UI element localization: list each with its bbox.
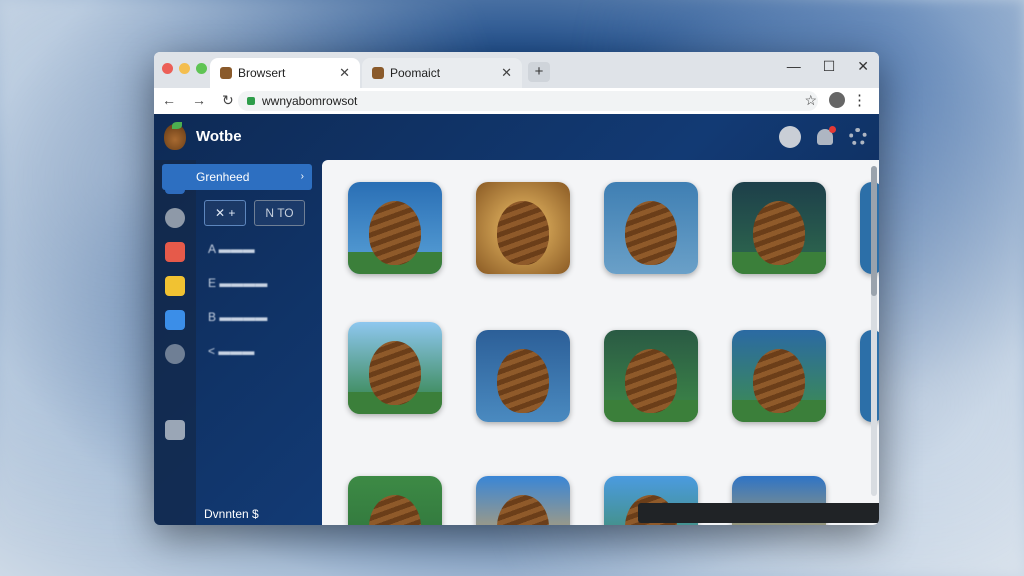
pinecone-tile[interactable]	[348, 182, 442, 274]
avatar-icon[interactable]	[779, 126, 801, 148]
window-dots	[162, 63, 207, 74]
calendar-icon[interactable]	[165, 276, 185, 296]
maximize-button[interactable]: ☐	[823, 58, 836, 75]
bookmark-star-icon[interactable]: ☆	[804, 92, 817, 109]
app-header: Wotbe	[154, 114, 879, 160]
pinecone-tile[interactable]	[476, 476, 570, 525]
sidebar-selected-label: Grenheed	[196, 170, 250, 184]
pinecone-tile[interactable]	[604, 182, 698, 274]
chevron-right-icon: ›	[300, 171, 304, 182]
tab-label: Poomaict	[390, 66, 441, 80]
browser-menu-button[interactable]: ⋮	[852, 91, 867, 109]
close-tab-icon[interactable]: ✕	[501, 65, 512, 81]
pinecone-tile[interactable]	[348, 322, 442, 414]
reload-button[interactable]: ↻	[222, 92, 234, 109]
sidebar-secondary-button[interactable]: Ν ΤΟ	[254, 200, 305, 226]
close-dot[interactable]	[162, 63, 173, 74]
url-text: wwnyabomrowsot	[262, 94, 358, 108]
network-icon[interactable]	[165, 344, 185, 364]
icon-rail	[154, 160, 196, 525]
content-scrollbar[interactable]	[871, 166, 877, 496]
header-icons	[779, 126, 867, 148]
shield-icon[interactable]	[165, 310, 185, 330]
sidebar-item[interactable]: B ▬▬▬▬	[208, 310, 267, 324]
pinecone-tile[interactable]	[476, 330, 570, 422]
forward-button[interactable]: →	[192, 92, 206, 109]
pinecone-favicon-icon	[220, 67, 232, 79]
settings-small-icon[interactable]	[165, 420, 185, 440]
pinecone-tile[interactable]	[732, 330, 826, 422]
browser-window: Browsert ✕ Poomaict ✕ + — ☐ ✕ ← → ↻ wwny…	[154, 52, 879, 525]
sidebar-item[interactable]: < ▬▬▬	[208, 344, 254, 358]
pinecone-tile[interactable]	[476, 182, 570, 274]
extension-icon[interactable]	[829, 92, 845, 108]
sidebar: Grenheed › ✕ + Ν ΤΟ A ▬▬▬ E ▬▬▬▬ B ▬▬▬▬ …	[162, 160, 322, 525]
minimize-button[interactable]: —	[787, 58, 801, 75]
lock-icon	[247, 97, 255, 105]
settings-gear-icon[interactable]	[849, 128, 867, 146]
new-tab-button[interactable]: +	[528, 62, 550, 82]
close-window-button[interactable]: ✕	[857, 58, 869, 75]
pinecone-tile[interactable]	[732, 182, 826, 274]
sidebar-selected-item[interactable]: Grenheed ›	[162, 164, 312, 190]
system-taskbar: ≋ ◂	[638, 503, 879, 523]
notification-bell-icon[interactable]	[817, 126, 836, 145]
scroll-thumb[interactable]	[871, 166, 877, 296]
minimize-dot[interactable]	[179, 63, 190, 74]
tab-browsert[interactable]: Browsert ✕	[210, 58, 360, 88]
sidebar-item[interactable]: A ▬▬▬	[208, 242, 255, 256]
sidebar-button-row: ✕ + Ν ΤΟ	[204, 200, 305, 226]
tab-poomaict[interactable]: Poomaict ✕	[362, 58, 522, 88]
puzzle-icon[interactable]	[165, 242, 185, 262]
url-field[interactable]: wwnyabomrowsot	[238, 91, 818, 111]
pinecone-tile[interactable]	[348, 476, 442, 525]
app-area: Wotbe Grenheed › ✕ + Ν ΤΟ A ▬▬▬ E ▬▬▬▬ B…	[154, 114, 879, 525]
sidebar-item[interactable]: E ▬▬▬▬	[208, 276, 267, 290]
maximize-dot[interactable]	[196, 63, 207, 74]
tab-bar: Browsert ✕ Poomaict ✕ + — ☐ ✕	[154, 52, 879, 88]
status-label: Dvnnten $	[204, 507, 259, 521]
app-title: Wotbe	[196, 128, 242, 145]
pinecone-favicon-icon	[372, 67, 384, 79]
nav-buttons: ← → ↻	[162, 92, 234, 109]
content-panel: ≋ ◂	[322, 160, 879, 525]
close-tab-icon[interactable]: ✕	[339, 65, 350, 81]
pinecone-tile[interactable]	[604, 330, 698, 422]
gear-icon[interactable]	[165, 208, 185, 228]
window-controls: — ☐ ✕	[787, 58, 869, 75]
back-button[interactable]: ←	[162, 92, 176, 109]
leaf-icon	[172, 122, 182, 129]
address-bar: ← → ↻ wwnyabomrowsot ☆ ⋮	[154, 88, 879, 115]
tab-label: Browsert	[238, 66, 286, 80]
sidebar-action-button[interactable]: ✕ +	[204, 200, 247, 226]
